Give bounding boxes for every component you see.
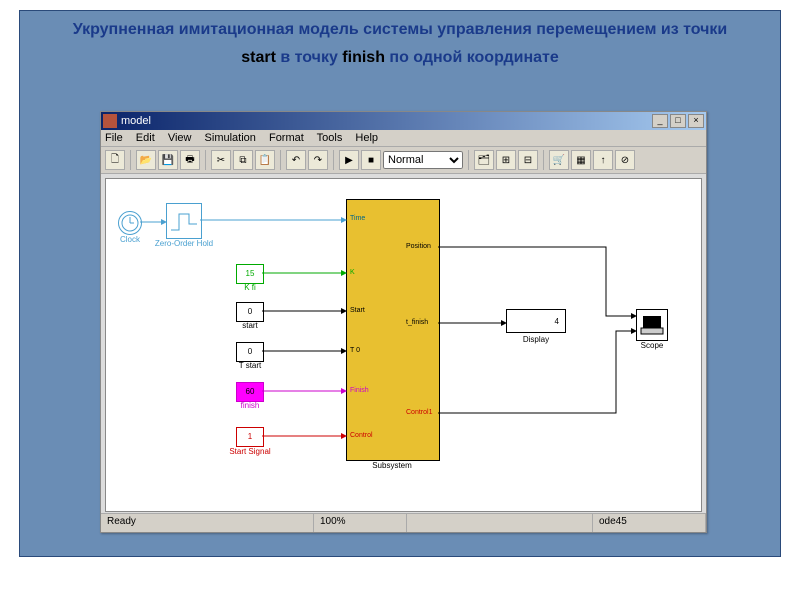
tstart-label: T start — [220, 361, 280, 370]
port-start: Start — [350, 307, 365, 314]
tool-btn-5[interactable]: ▦ — [571, 150, 591, 170]
zoh-block[interactable] — [166, 203, 202, 239]
titlebar: model _ □ × — [101, 112, 706, 130]
status-ready: Ready — [101, 514, 314, 532]
menu-format[interactable]: Format — [269, 132, 304, 144]
clock-icon — [119, 212, 141, 234]
port-k: K — [350, 269, 355, 276]
undo-button[interactable]: ↶ — [286, 150, 306, 170]
scope-icon — [637, 310, 667, 340]
menu-tools[interactable]: Tools — [317, 132, 343, 144]
port-position: Position — [406, 243, 431, 250]
simulation-mode-select[interactable]: Normal — [383, 151, 463, 169]
start-signal-block[interactable]: 1 — [236, 427, 264, 447]
new-button[interactable]: 🗋 — [105, 150, 125, 170]
status-zoom: 100% — [314, 514, 407, 532]
minimize-button[interactable]: _ — [652, 114, 668, 128]
copy-button[interactable]: ⧉ — [233, 150, 253, 170]
model-canvas[interactable]: Clock Zero-Order Hold 15 K fi 0 start 0 … — [105, 178, 702, 512]
port-t0: T 0 — [350, 347, 360, 354]
menu-simulation[interactable]: Simulation — [205, 132, 256, 144]
menu-edit[interactable]: Edit — [136, 132, 155, 144]
subsystem-label: Subsystem — [362, 461, 422, 470]
display-block[interactable]: 4 — [506, 309, 566, 333]
separator — [280, 150, 281, 170]
zoh-label: Zero-Order Hold — [154, 239, 214, 248]
port-time: Time — [350, 215, 365, 222]
separator — [468, 150, 469, 170]
close-button[interactable]: × — [688, 114, 704, 128]
menu-view[interactable]: View — [168, 132, 192, 144]
tool-btn-1[interactable]: 🗂 — [474, 150, 494, 170]
separator — [130, 150, 131, 170]
slide-background: Укрупненная имитационная модель системы … — [19, 10, 781, 557]
menu-help[interactable]: Help — [355, 132, 378, 144]
zoh-icon — [167, 204, 201, 238]
start-const-label: start — [220, 321, 280, 330]
tool-btn-4[interactable]: 🛒 — [549, 150, 569, 170]
separator — [205, 150, 206, 170]
cut-button[interactable]: ✂ — [211, 150, 231, 170]
separator — [333, 150, 334, 170]
tool-btn-3[interactable]: ⊟ — [518, 150, 538, 170]
scope-label: Scope — [622, 341, 682, 350]
finish-const-block[interactable]: 60 — [236, 382, 264, 402]
maximize-button[interactable]: □ — [670, 114, 686, 128]
window-title: model — [121, 115, 652, 127]
subsystem-block[interactable] — [346, 199, 440, 461]
tool-btn-7[interactable]: ⊘ — [615, 150, 635, 170]
clock-block[interactable] — [118, 211, 142, 235]
play-button[interactable]: ▶ — [339, 150, 359, 170]
clock-label: Clock — [100, 235, 160, 244]
redo-button[interactable]: ↷ — [308, 150, 328, 170]
caption-line2: start в точку finish по одной координате — [60, 47, 740, 69]
statusbar: Ready 100% ode45 — [101, 513, 706, 532]
start-const-block[interactable]: 0 — [236, 302, 264, 322]
finish-const-label: finish — [220, 401, 280, 410]
simulink-window: model _ □ × File Edit View Simulation Fo… — [100, 111, 707, 533]
status-solver: ode45 — [593, 514, 706, 532]
slide-caption: Укрупненная имитационная модель системы … — [20, 11, 780, 72]
caption-line1: Укрупненная имитационная модель системы … — [60, 19, 740, 41]
tstart-block[interactable]: 0 — [236, 342, 264, 362]
toolbar: 🗋 📂 💾 🖶 ✂ ⧉ 📋 ↶ ↷ ▶ ■ Normal 🗂 ⊞ ⊟ 🛒 ▦ — [101, 147, 706, 174]
port-tfinish: t_finish — [406, 319, 428, 326]
port-finish: Finish — [350, 387, 369, 394]
tool-btn-2[interactable]: ⊞ — [496, 150, 516, 170]
print-button[interactable]: 🖶 — [180, 150, 200, 170]
display-label: Display — [506, 335, 566, 344]
port-control1: Control1 — [406, 409, 432, 416]
open-button[interactable]: 📂 — [136, 150, 156, 170]
paste-button[interactable]: 📋 — [255, 150, 275, 170]
scope-block[interactable] — [636, 309, 668, 341]
separator — [543, 150, 544, 170]
port-control: Control — [350, 432, 373, 439]
start-signal-label: Start Signal — [220, 447, 280, 456]
menu-file[interactable]: File — [105, 132, 123, 144]
status-empty — [407, 514, 593, 532]
menubar: File Edit View Simulation Format Tools H… — [101, 130, 706, 147]
tool-btn-6[interactable]: ↑ — [593, 150, 613, 170]
window-buttons: _ □ × — [652, 114, 704, 128]
stop-button[interactable]: ■ — [361, 150, 381, 170]
kfi-label: K fi — [220, 283, 280, 292]
save-button[interactable]: 💾 — [158, 150, 178, 170]
app-icon — [103, 114, 117, 128]
kfi-block[interactable]: 15 — [236, 264, 264, 284]
